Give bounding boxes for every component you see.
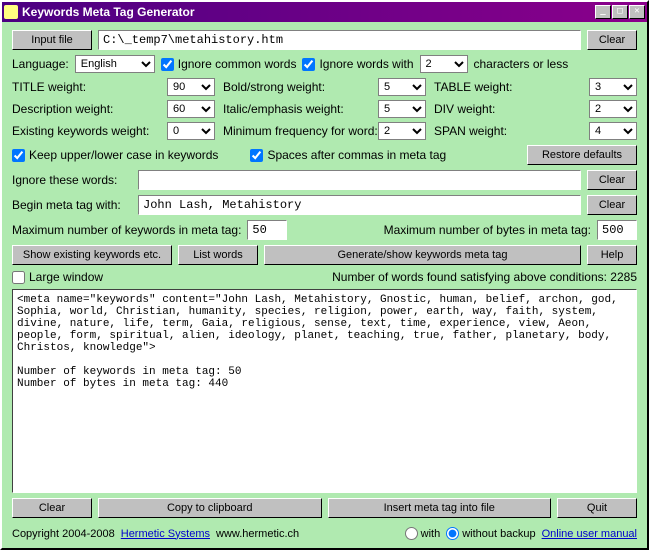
ignore-words-field[interactable] [138,170,581,190]
existing-weight-label: Existing keywords weight: [12,124,167,138]
spaces-after-checkbox[interactable]: Spaces after commas in meta tag [250,148,446,162]
minimize-button[interactable]: _ [595,5,611,19]
manual-link[interactable]: Online user manual [542,528,637,540]
show-existing-button[interactable]: Show existing keywords etc. [12,245,172,265]
window-title: Keywords Meta Tag Generator [22,5,595,19]
without-backup-radio[interactable]: without backup [446,527,535,540]
max-bytes-field[interactable] [597,220,637,240]
max-keywords-field[interactable] [247,220,287,240]
max-bytes-label: Maximum number of bytes in meta tag: [384,223,591,237]
output-textarea[interactable] [12,289,637,493]
help-button[interactable]: Help [587,245,637,265]
min-freq-label: Minimum frequency for word: [223,124,378,138]
quit-button[interactable]: Quit [557,498,637,518]
begin-with-field[interactable] [138,195,581,215]
div-weight-select[interactable]: 2 [589,100,637,118]
maximize-button[interactable]: □ [612,5,628,19]
span-weight-select[interactable]: 4 [589,122,637,140]
clear-ignore-button[interactable]: Clear [587,170,637,190]
large-window-checkbox[interactable]: Large window [12,270,103,284]
hermetic-url: www.hermetic.ch [216,528,299,540]
max-keywords-label: Maximum number of keywords in meta tag: [12,223,241,237]
ignore-chars-select[interactable]: 2 [420,55,468,73]
begin-with-label: Begin meta tag with: [12,198,132,212]
copyright-label: Copyright 2004-2008 [12,528,115,540]
bold-weight-select[interactable]: 5 [378,78,426,96]
generate-button[interactable]: Generate/show keywords meta tag [264,245,581,265]
ignore-words-label: Ignore these words: [12,173,132,187]
table-weight-select[interactable]: 3 [589,78,637,96]
div-weight-label: DIV weight: [434,102,589,116]
input-file-field[interactable] [98,30,581,50]
italic-weight-select[interactable]: 5 [378,100,426,118]
table-weight-label: TABLE weight: [434,80,589,94]
ignore-with-checkbox[interactable]: Ignore words with [302,57,413,71]
title-weight-select[interactable]: 90 [167,78,215,96]
bold-weight-label: Bold/strong weight: [223,80,378,94]
clear-input-button[interactable]: Clear [587,30,637,50]
ignore-common-checkbox[interactable]: Ignore common words [161,57,297,71]
italic-weight-label: Italic/emphasis weight: [223,102,378,116]
language-label: Language: [12,57,69,71]
keep-case-checkbox[interactable]: Keep upper/lower case in keywords [12,148,218,162]
desc-weight-label: Description weight: [12,102,167,116]
list-words-button[interactable]: List words [178,245,258,265]
hermetic-link[interactable]: Hermetic Systems [121,528,210,540]
input-file-button[interactable]: Input file [12,30,92,50]
app-icon [4,5,18,19]
with-backup-radio[interactable]: with [405,527,441,540]
clear-output-button[interactable]: Clear [12,498,92,518]
copy-clipboard-button[interactable]: Copy to clipboard [98,498,322,518]
restore-defaults-button[interactable]: Restore defaults [527,145,637,165]
main-window: Keywords Meta Tag Generator _ □ ✕ Input … [0,0,649,550]
desc-weight-select[interactable]: 60 [167,100,215,118]
language-select[interactable]: English [75,55,155,73]
chars-or-less-label: characters or less [474,57,569,71]
titlebar: Keywords Meta Tag Generator _ □ ✕ [2,2,647,22]
close-button[interactable]: ✕ [629,5,645,19]
span-weight-label: SPAN weight: [434,124,589,138]
clear-begin-button[interactable]: Clear [587,195,637,215]
title-weight-label: TITLE weight: [12,80,167,94]
existing-weight-select[interactable]: 0 [167,122,215,140]
found-count-label: Number of words found satisfying above c… [332,270,637,284]
min-freq-select[interactable]: 2 [378,122,426,140]
insert-file-button[interactable]: Insert meta tag into file [328,498,552,518]
